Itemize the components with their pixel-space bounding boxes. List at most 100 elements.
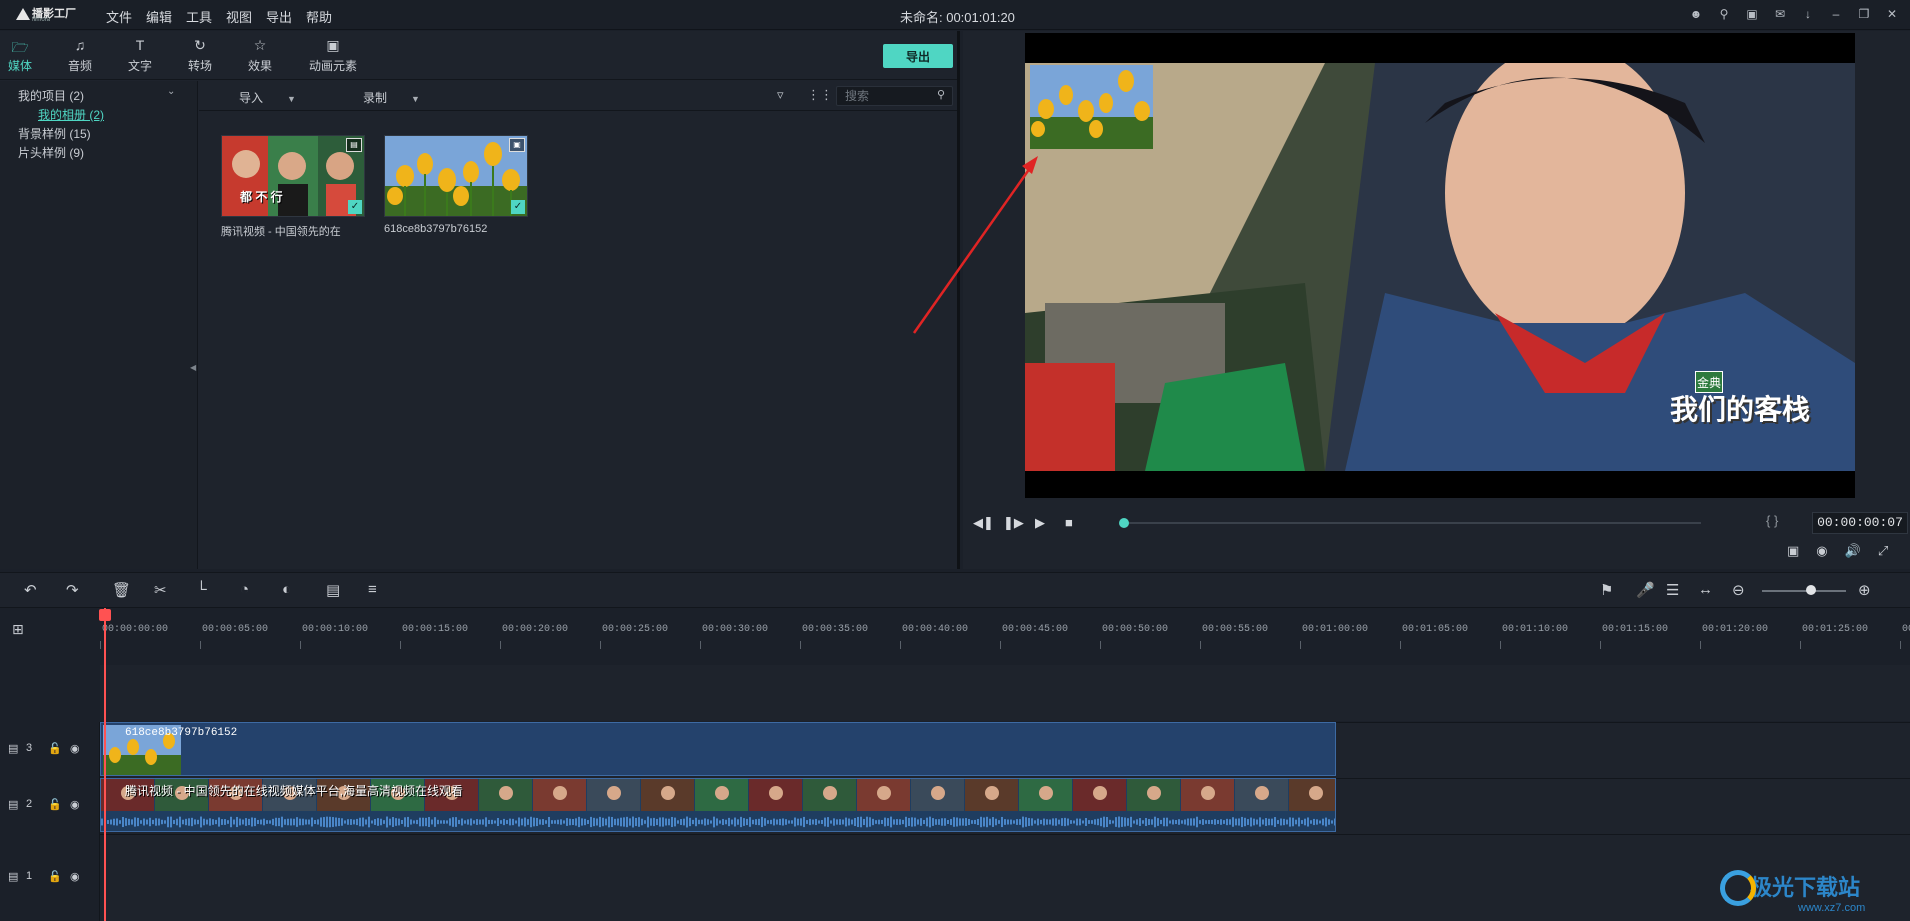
fullscreen-icon[interactable]: ⤢: [1878, 543, 1888, 559]
waveform-bar: [953, 817, 955, 827]
waveform-bar: [257, 819, 259, 825]
stop-icon[interactable]: ■: [1065, 515, 1073, 530]
lock-icon[interactable]: 🔓: [48, 742, 62, 755]
waveform-bar: [206, 819, 208, 825]
cut-icon[interactable]: ✂: [154, 581, 167, 599]
waveform-bar: [647, 816, 649, 828]
export-button[interactable]: 导出: [883, 44, 953, 68]
tree-item-my-album[interactable]: 我的相册 (2): [38, 106, 104, 123]
tab-elements[interactable]: ▣ 动画元素: [308, 37, 358, 74]
display-settings-icon[interactable]: ▣: [1787, 543, 1799, 559]
menu-tools[interactable]: 工具: [186, 7, 226, 26]
add-track-icon[interactable]: ⊞: [12, 621, 24, 638]
video-frame-face: [1039, 786, 1053, 800]
progress-knob[interactable]: [1119, 518, 1129, 528]
waveform-bar: [269, 820, 271, 824]
waveform-bar: [410, 819, 412, 825]
waveform-bar: [824, 817, 826, 827]
playhead-handle[interactable]: [99, 609, 111, 621]
timeline-ruler[interactable]: 00:00:00:00 00:00:05:00 00:00:10:00 00:00:1…: [100, 609, 1910, 649]
crop-icon[interactable]: └: [196, 581, 207, 598]
marker-icon[interactable]: ⚑: [1600, 581, 1613, 599]
mark-in-out[interactable]: { }: [1766, 513, 1778, 528]
folder-tree: 我的项目 (2) ⌄ 我的相册 (2) 背景样例 (15) 片头样例 (9) ◀…: [0, 81, 198, 591]
minimize-icon[interactable]: –: [1828, 6, 1844, 22]
waveform-bar: [962, 818, 964, 826]
waveform-bar: [395, 818, 397, 826]
prev-frame-icon[interactable]: ◀❚: [973, 515, 994, 531]
waveform-bar: [233, 819, 235, 825]
collapse-panel-icon[interactable]: ◀: [190, 363, 196, 372]
green-screen-icon[interactable]: ▤: [326, 581, 340, 599]
mic-icon[interactable]: 🎤: [1636, 581, 1655, 599]
next-frame-icon[interactable]: ❚▶: [1003, 515, 1024, 531]
tree-item-background-samples[interactable]: 背景样例 (15): [18, 125, 91, 142]
menu-file[interactable]: 文件: [106, 7, 146, 26]
zoom-out-icon[interactable]: ⊖: [1732, 581, 1745, 599]
voiceover-icon[interactable]: ☰: [1666, 581, 1679, 599]
tree-item-intro-samples[interactable]: 片头样例 (9): [18, 144, 84, 161]
waveform-bar: [1001, 816, 1003, 828]
waveform-bar: [623, 817, 625, 827]
waveform-bar: [1148, 819, 1150, 825]
restore-icon[interactable]: ❐: [1856, 6, 1872, 22]
delete-icon[interactable]: 🗑: [112, 581, 131, 599]
eye-icon[interactable]: ◉: [70, 870, 80, 883]
waveform-bar: [1106, 817, 1108, 827]
lock-icon[interactable]: 🔓: [48, 870, 62, 883]
mail-icon[interactable]: ✉: [1772, 6, 1788, 22]
tab-transition[interactable]: ↻ 转场: [176, 37, 224, 74]
media-item-video[interactable]: 都 不 行 ▤ ✓: [221, 135, 365, 217]
close-icon[interactable]: ✕: [1884, 6, 1900, 22]
redo-icon[interactable]: ↷: [66, 581, 79, 599]
waveform-bar: [512, 818, 514, 826]
tab-text[interactable]: T 文字: [116, 37, 164, 74]
adjust-icon[interactable]: ≡: [368, 581, 377, 598]
search-icon[interactable]: ⚲: [937, 88, 945, 101]
waveform-bar: [155, 818, 157, 826]
tab-effects[interactable]: ☆ 效果: [236, 37, 284, 74]
media-item-image[interactable]: ▣ ✓: [384, 135, 528, 217]
zoom-in-icon[interactable]: ⊕: [1858, 581, 1871, 599]
play-icon[interactable]: ▶: [1035, 515, 1045, 531]
playback-progress[interactable]: [1119, 518, 1701, 528]
menu-export[interactable]: 导出: [266, 7, 306, 26]
search-input[interactable]: [836, 86, 953, 106]
record-dropdown[interactable]: 录制 ▼: [363, 89, 420, 106]
tab-media[interactable]: 🗁 媒体: [0, 37, 44, 74]
zoom-slider[interactable]: [1762, 590, 1846, 592]
waveform-bar: [1118, 816, 1120, 828]
waveform-bar: [1160, 819, 1162, 825]
import-dropdown[interactable]: 导入 ▼: [239, 89, 296, 106]
lock-icon[interactable]: 🔓: [48, 798, 62, 811]
filter-icon[interactable]: ▿: [777, 87, 784, 103]
eye-icon[interactable]: ◉: [70, 798, 80, 811]
cart-icon[interactable]: ⚲: [1716, 6, 1732, 22]
playhead[interactable]: [104, 608, 106, 921]
snapshot-icon[interactable]: ◉: [1816, 543, 1827, 559]
waveform-bar: [929, 816, 931, 828]
grid-view-icon[interactable]: ⋮⋮: [807, 87, 833, 103]
menu-help[interactable]: 帮助: [306, 7, 346, 26]
speed-icon[interactable]: ◔: [240, 581, 249, 598]
save-icon[interactable]: ▣: [1744, 6, 1760, 22]
fit-icon[interactable]: ↔: [1698, 581, 1713, 598]
video-clip-label: 腾讯视频 - 中国领先的在线视频媒体平台,海量高清视频在线观看: [125, 784, 464, 798]
undo-icon[interactable]: ↶: [24, 581, 37, 599]
volume-icon[interactable]: 🔊: [1845, 543, 1861, 559]
download-icon[interactable]: ↓: [1800, 6, 1816, 22]
menu-view[interactable]: 视图: [226, 7, 266, 26]
color-icon[interactable]: ◐: [282, 581, 291, 598]
user-icon[interactable]: ☻: [1688, 6, 1704, 22]
zoom-knob[interactable]: [1806, 585, 1816, 595]
chevron-down-icon[interactable]: ⌄: [167, 86, 175, 97]
menu-edit[interactable]: 编辑: [146, 7, 186, 26]
image-clip[interactable]: 618ce8b3797b76152: [100, 722, 1336, 776]
video-clip[interactable]: 腾讯视频 - 中国领先的在线视频媒体平台,海量高清视频在线观看: [100, 778, 1336, 832]
tab-audio[interactable]: ♫ 音频: [56, 37, 104, 74]
eye-icon[interactable]: ◉: [70, 742, 80, 755]
pip-image-overlay[interactable]: [1030, 65, 1153, 149]
waveform-bar: [830, 820, 832, 824]
tree-item-my-project[interactable]: 我的项目 (2): [18, 87, 84, 104]
video-preview[interactable]: 金典 我们的客栈: [1025, 33, 1855, 498]
